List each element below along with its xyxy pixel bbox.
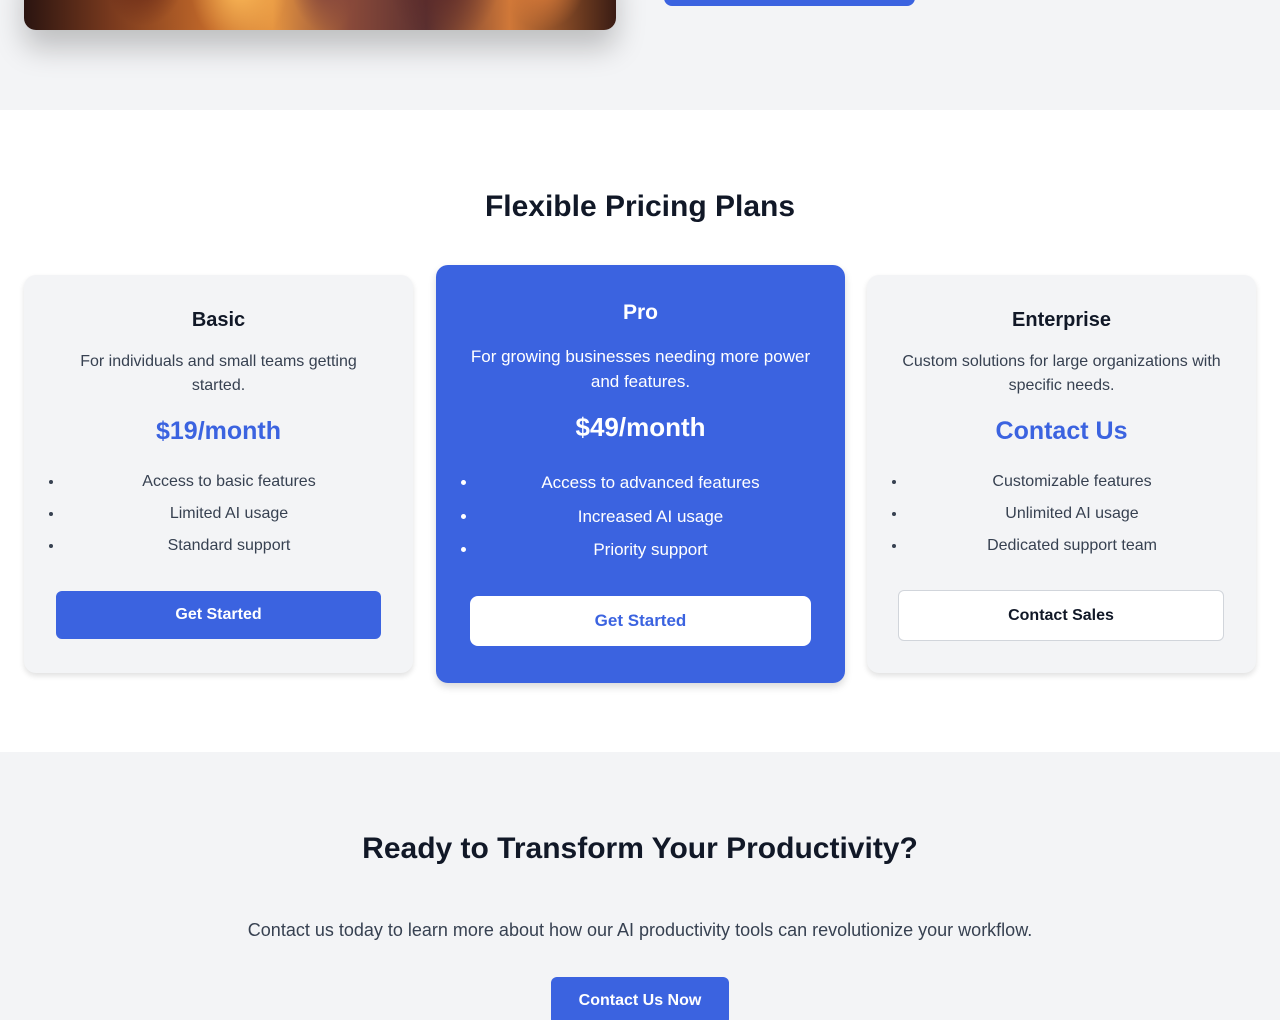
hero-image	[24, 0, 616, 30]
plan-name: Pro	[622, 301, 658, 324]
plan-feature: Standard support	[64, 530, 394, 562]
plan-feature: Access to basic features	[64, 466, 394, 498]
landing-page: Flexible Pricing Plans Basic For individ…	[0, 0, 1280, 1020]
plan-feature: Limited AI usage	[64, 498, 394, 530]
plan-description: For individuals and small teams getting …	[80, 353, 357, 394]
contact-us-now-button[interactable]: Contact Us Now	[551, 977, 729, 1020]
plan-feature-list: Access to basic features Limited AI usag…	[64, 466, 394, 562]
contact-sales-button[interactable]: Contact Sales	[898, 590, 1224, 641]
plan-price: $49/month	[575, 412, 706, 442]
plan-feature-list: Access to advanced features Increased AI…	[478, 466, 823, 567]
hero-section-bottom	[0, 0, 1280, 110]
get-started-button[interactable]: Get Started	[56, 591, 381, 639]
pricing-card-basic: Basic For individuals and small teams ge…	[24, 275, 413, 673]
cta-section: Ready to Transform Your Productivity? Co…	[0, 752, 1280, 1020]
pricing-section: Flexible Pricing Plans Basic For individ…	[0, 110, 1280, 752]
pricing-card-pro: Pro For growing businesses needing more …	[436, 265, 845, 683]
plan-feature: Customizable features	[907, 466, 1237, 498]
plan-feature: Increased AI usage	[478, 500, 823, 534]
plan-feature: Dedicated support team	[907, 530, 1237, 562]
plan-price: Contact Us	[995, 417, 1128, 445]
plan-feature: Access to advanced features	[478, 466, 823, 500]
plan-description: For growing businesses needing more powe…	[470, 347, 811, 391]
cta-title: Ready to Transform Your Productivity?	[362, 832, 918, 865]
plan-price: $19/month	[155, 417, 282, 445]
get-started-button[interactable]: Get Started	[470, 596, 811, 646]
plan-description: Custom solutions for large organizations…	[902, 353, 1221, 394]
pricing-card-enterprise: Enterprise Custom solutions for large or…	[867, 275, 1256, 673]
plan-feature: Priority support	[478, 533, 823, 567]
plan-name: Enterprise	[1012, 309, 1111, 331]
hero-cta-button[interactable]	[664, 0, 915, 6]
plan-feature-list: Customizable features Unlimited AI usage…	[907, 466, 1237, 562]
cta-text: Contact us today to learn more about how…	[247, 920, 1033, 940]
plan-feature: Unlimited AI usage	[907, 498, 1237, 530]
pricing-title: Flexible Pricing Plans	[484, 190, 796, 223]
plan-name: Basic	[191, 309, 246, 331]
